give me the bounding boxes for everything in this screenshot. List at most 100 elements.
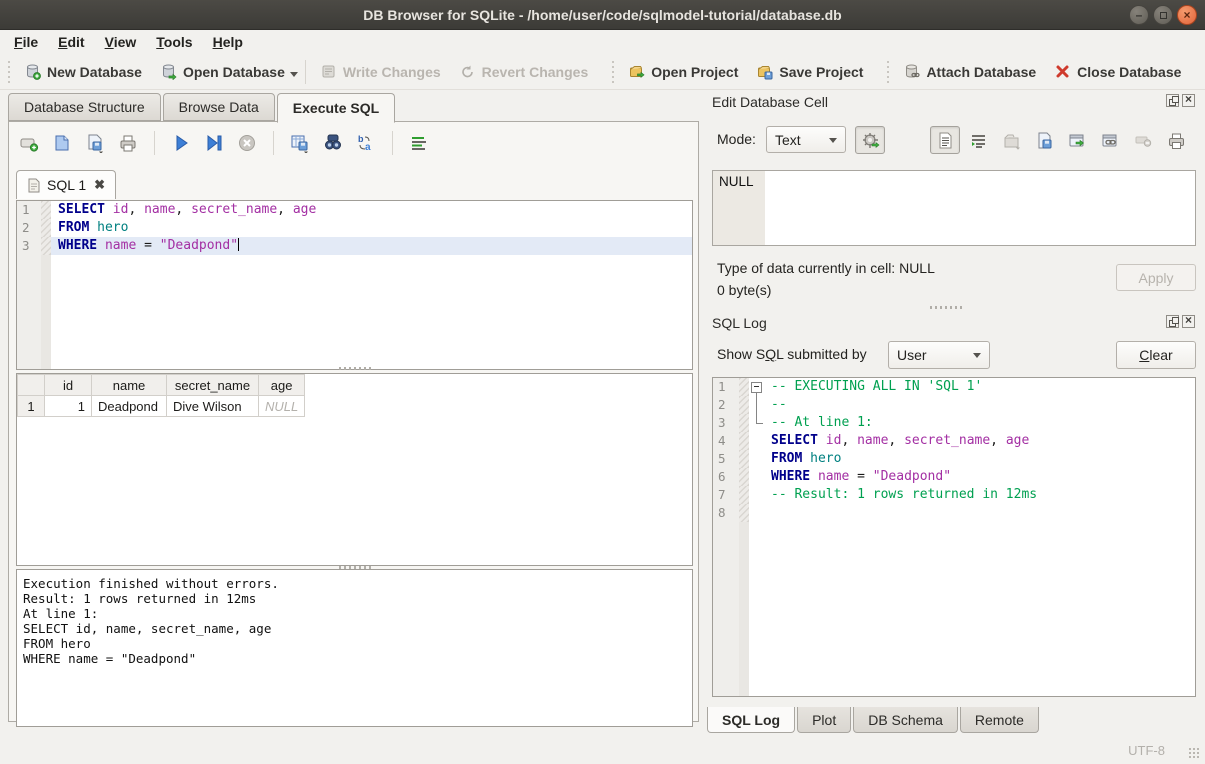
float-dock-icon[interactable] <box>1166 315 1179 328</box>
sql-toolbar: b a <box>17 131 431 155</box>
resize-grip[interactable] <box>1188 747 1201 760</box>
chevron-down-icon <box>973 353 981 358</box>
row-header[interactable]: 1 <box>18 396 45 417</box>
column-header-id[interactable]: id <box>45 375 92 396</box>
text-view-button[interactable] <box>930 126 960 154</box>
tab-label: Remote <box>975 712 1024 728</box>
open-database-dropdown[interactable] <box>290 72 298 77</box>
edit-cell-toolbar <box>930 126 1191 154</box>
import-file-icon <box>1002 131 1021 150</box>
save-project-icon <box>756 63 773 80</box>
sql-1-tab[interactable]: SQL 1 ✖ <box>16 170 116 199</box>
toolbar-drag-handle[interactable] <box>886 61 891 83</box>
open-project-button[interactable]: Open Project <box>619 59 747 84</box>
cell-id[interactable]: 1 <box>45 396 92 417</box>
sql-log-filter-value: User <box>897 347 927 363</box>
execute-line-button[interactable] <box>202 131 226 155</box>
attach-database-icon <box>903 63 920 80</box>
cell-value-editor[interactable]: NULL <box>712 170 1196 246</box>
execute-sql-pane: b a <box>8 121 699 722</box>
close-dock-icon[interactable] <box>1182 94 1195 107</box>
attach-database-button[interactable]: Attach Database <box>894 59 1045 84</box>
sql-log-title: SQL Log <box>712 315 767 331</box>
save-sql-file-button[interactable] <box>83 131 107 155</box>
print-sql-button[interactable] <box>116 131 140 155</box>
menu-view[interactable]: View <box>95 31 147 53</box>
splitter-handle[interactable] <box>339 367 373 370</box>
cell-type-text: Type of data currently in cell: NULL <box>717 260 935 276</box>
results-grid[interactable]: id name secret_name age 1 1 Deadpond Div… <box>16 373 693 566</box>
mode-label: Mode: <box>717 131 756 147</box>
edit-cell-title: Edit Database Cell <box>712 94 828 110</box>
mode-select[interactable]: Text <box>766 126 846 153</box>
word-wrap-button[interactable] <box>963 126 993 154</box>
sql-tab-label: SQL 1 <box>47 177 86 193</box>
encoding-indicator: UTF-8 <box>1128 743 1165 758</box>
splitter-handle[interactable] <box>930 306 964 309</box>
close-dock-icon[interactable] <box>1182 315 1195 328</box>
maximize-button[interactable] <box>1153 5 1173 25</box>
open-project-icon <box>628 63 645 80</box>
find-replace-button[interactable]: b a <box>354 131 378 155</box>
new-database-button[interactable]: New Database <box>15 59 151 84</box>
tab-remote[interactable]: Remote <box>960 707 1039 733</box>
auto-apply-button[interactable] <box>855 126 885 154</box>
close-button[interactable]: × <box>1177 5 1197 25</box>
cell-name[interactable]: Deadpond <box>92 396 167 417</box>
stop-button <box>235 131 259 155</box>
menu-edit[interactable]: Edit <box>48 31 94 53</box>
tab-database-structure[interactable]: Database Structure <box>8 93 161 121</box>
toolbar-drag-handle[interactable] <box>7 61 12 83</box>
close-database-icon <box>1054 63 1071 80</box>
menu-tools[interactable]: Tools <box>146 31 202 53</box>
tab-label: SQL Log <box>722 712 780 728</box>
save-button[interactable] <box>1029 126 1059 154</box>
save-file-icon <box>1035 131 1054 150</box>
tab-execute-sql[interactable]: Execute SQL <box>277 93 395 123</box>
cell-secret-name[interactable]: Dive Wilson <box>167 396 259 417</box>
open-database-button[interactable]: Open Database <box>151 59 294 84</box>
column-header-age[interactable]: age <box>259 375 305 396</box>
cell-age[interactable]: NULL <box>259 396 305 417</box>
import-button <box>996 126 1026 154</box>
format-sql-button[interactable] <box>407 131 431 155</box>
menu-help[interactable]: Help <box>203 31 253 53</box>
column-header-secret-name[interactable]: secret_name <box>167 375 259 396</box>
tab-plot[interactable]: Plot <box>797 707 851 733</box>
open-sql-file-button[interactable] <box>50 131 74 155</box>
gear-icon <box>861 131 880 150</box>
export-button[interactable] <box>1062 126 1092 154</box>
new-sql-tab-icon <box>19 133 39 153</box>
main-tab-bar: Database Structure Browse Data Execute S… <box>8 93 397 121</box>
tab-sql-log[interactable]: SQL Log <box>707 707 795 733</box>
tab-browse-data[interactable]: Browse Data <box>163 93 275 121</box>
link-button[interactable] <box>1095 126 1125 154</box>
revert-changes-button: Revert Changes <box>450 59 598 84</box>
revert-changes-label: Revert Changes <box>482 64 589 80</box>
menu-file[interactable]: File <box>4 31 48 53</box>
save-project-button[interactable]: Save Project <box>747 59 872 84</box>
revert-changes-icon <box>459 63 476 80</box>
workspace: Database Structure Browse Data Execute S… <box>0 90 1205 735</box>
tab-db-schema[interactable]: DB Schema <box>853 707 958 733</box>
print-cell-button[interactable] <box>1161 126 1191 154</box>
sql-editor[interactable]: 1SELECT id, name, secret_name, age2FROM … <box>16 200 693 370</box>
new-sql-tab-button[interactable] <box>17 131 41 155</box>
close-database-button[interactable]: Close Database <box>1045 59 1190 84</box>
sql-log-filter-select[interactable]: User <box>888 341 990 369</box>
find-button[interactable] <box>321 131 345 155</box>
minimize-button[interactable]: – <box>1129 5 1149 25</box>
column-header-name[interactable]: name <box>92 375 167 396</box>
clear-button[interactable]: Clear <box>1116 341 1196 369</box>
execute-all-button[interactable] <box>169 131 193 155</box>
execute-line-icon <box>204 133 224 153</box>
maximize-icon <box>1160 12 1167 19</box>
execution-message-box: Execution finished without errors. Resul… <box>16 569 693 727</box>
corner-header <box>18 375 45 396</box>
close-tab-icon[interactable]: ✖ <box>94 177 105 193</box>
open-sql-file-icon <box>52 133 72 153</box>
float-dock-icon[interactable] <box>1166 94 1179 107</box>
edit-cell-dock-buttons <box>1166 94 1195 107</box>
export-results-button[interactable] <box>288 131 312 155</box>
toolbar-drag-handle[interactable] <box>611 61 616 83</box>
